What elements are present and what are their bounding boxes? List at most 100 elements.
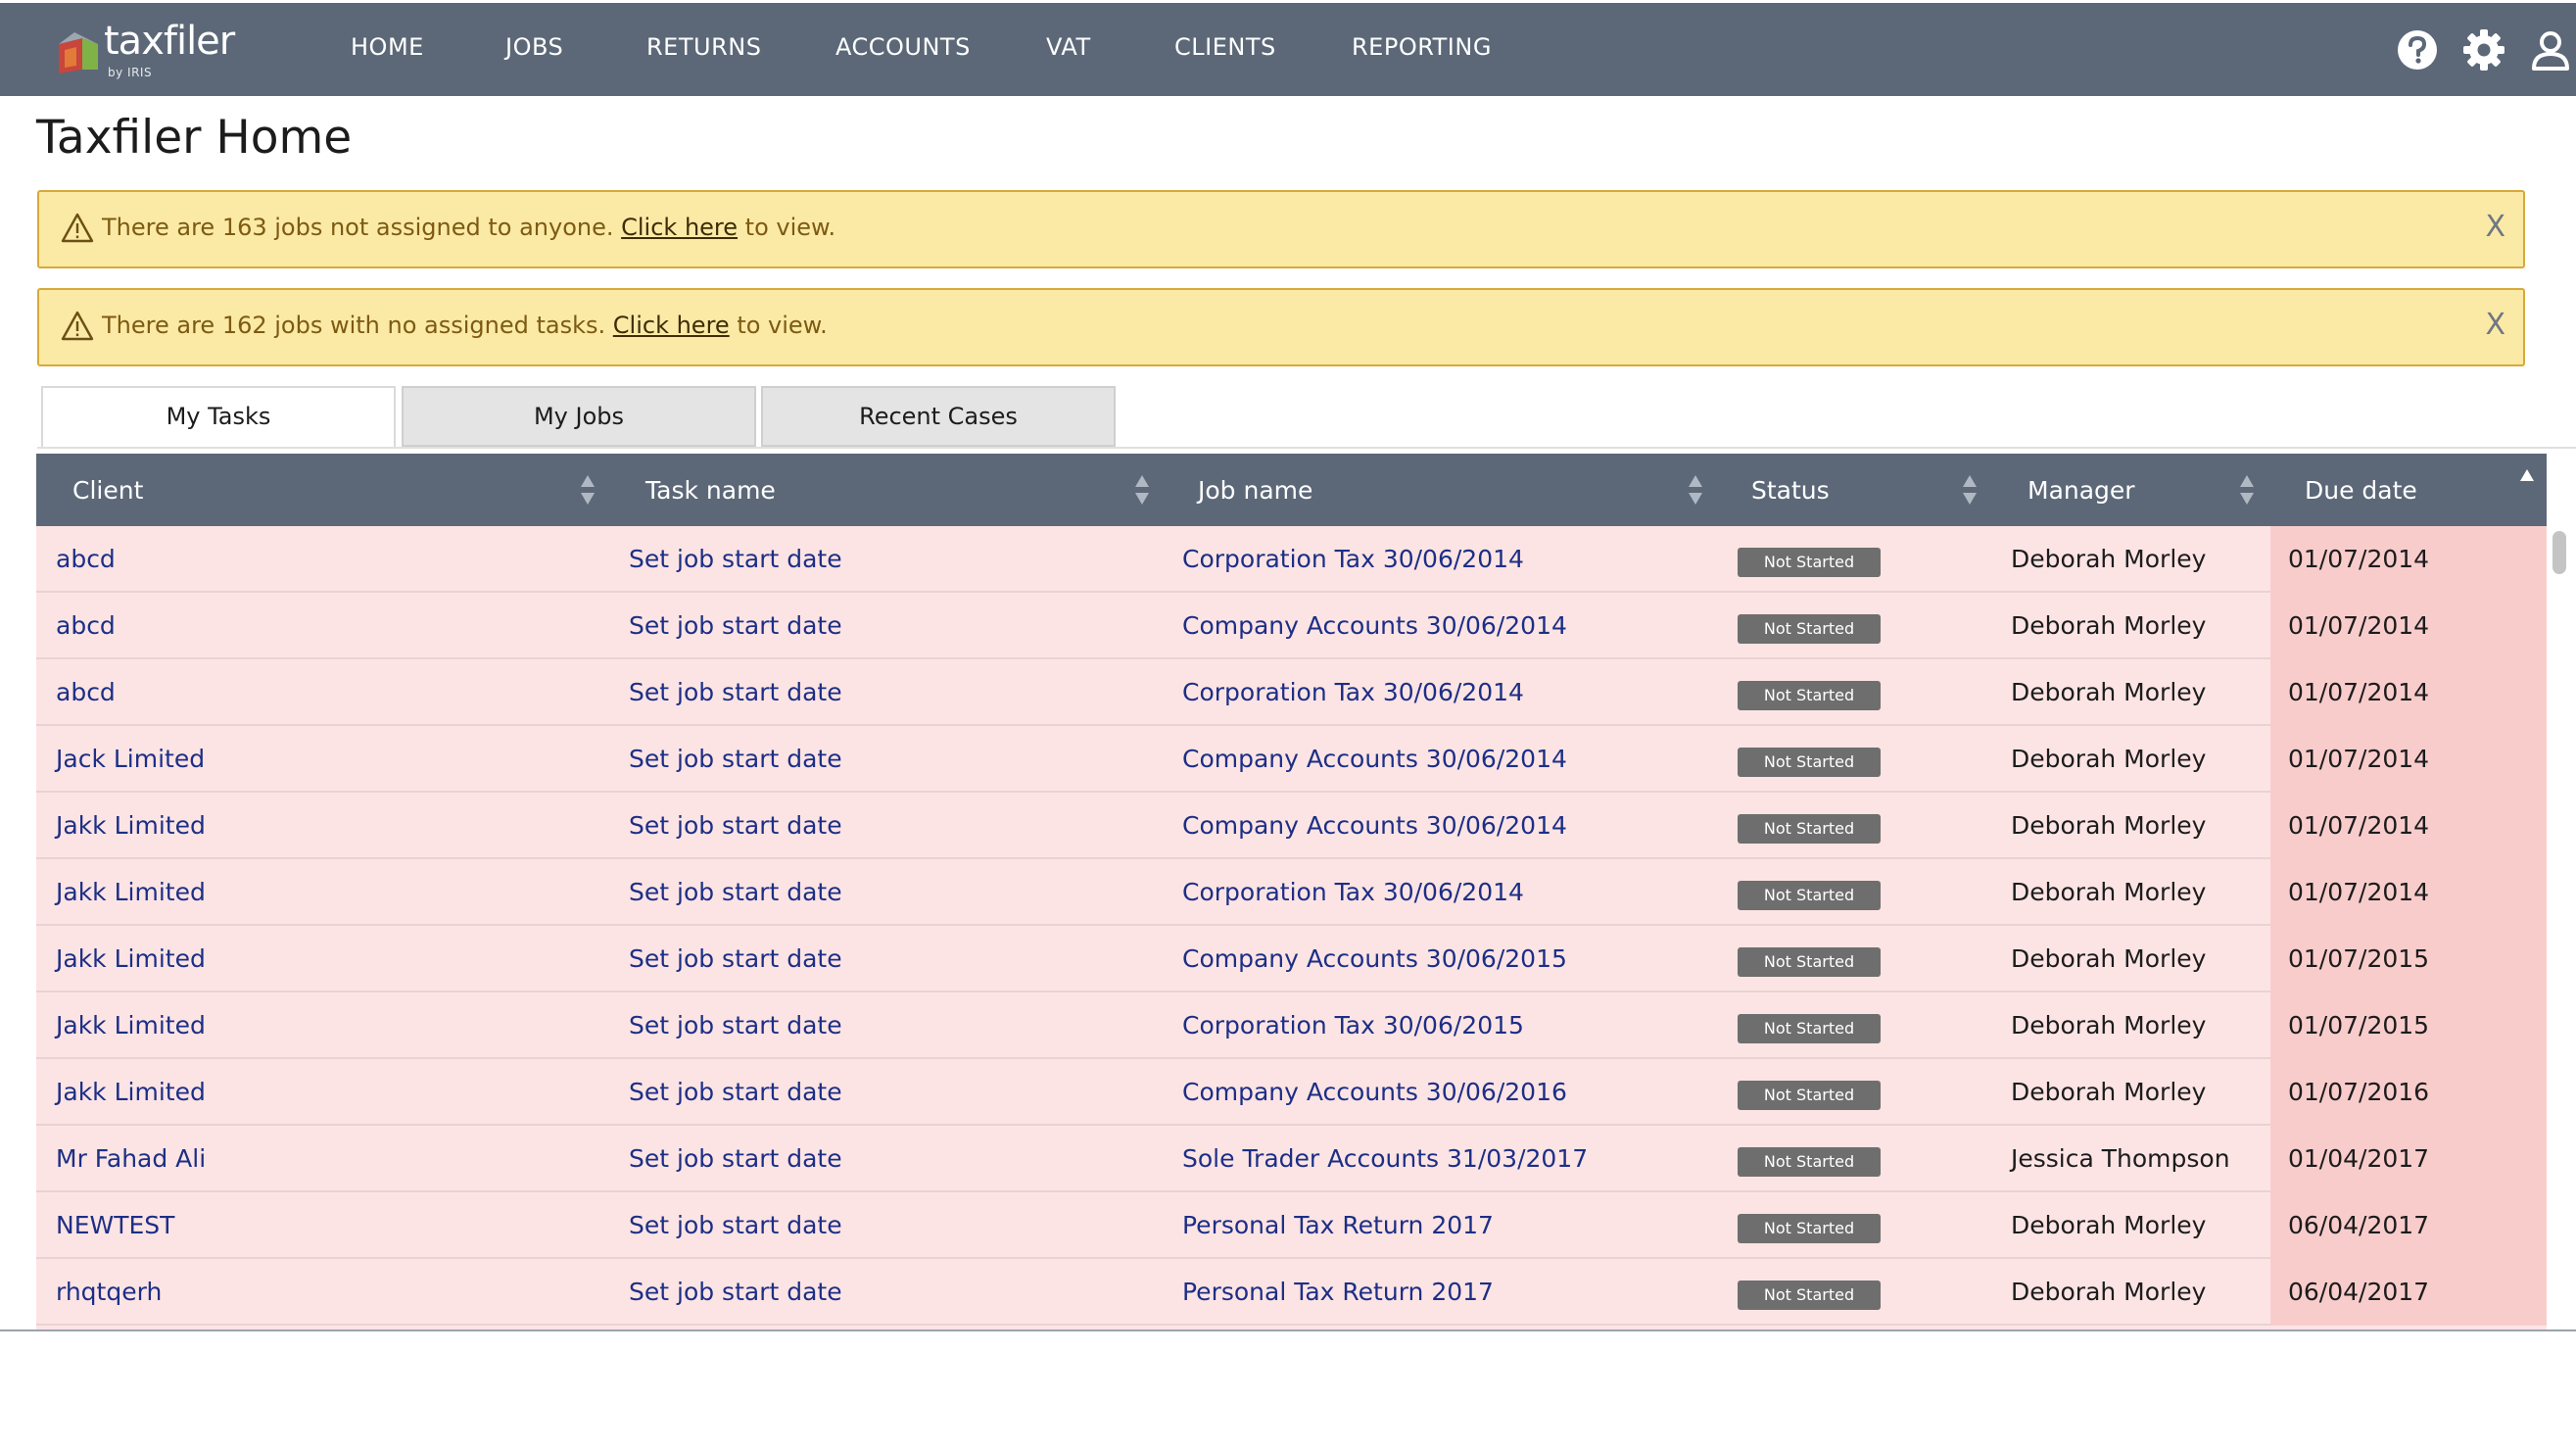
sort-icon[interactable] (1134, 473, 1150, 507)
table-row[interactable]: Jakk Limited Set job start date Corporatio… (36, 992, 2547, 1059)
status-badge: Not Started (1738, 814, 1881, 844)
sort-icon[interactable] (580, 473, 596, 507)
due-date-cell: 06/04/2017 (2288, 1211, 2430, 1239)
nav-reporting[interactable]: REPORTING (1352, 33, 1492, 61)
due-date-cell: 01/07/2014 (2288, 545, 2430, 573)
column-header-status[interactable]: Status (1751, 454, 1830, 526)
task-link[interactable]: Set job start date (629, 593, 842, 659)
tab-divider (37, 447, 2576, 449)
column-header-job-name[interactable]: Job name (1198, 454, 1312, 526)
nav-returns[interactable]: RETURNS (646, 33, 761, 61)
client-link[interactable]: Jakk Limited (56, 1059, 206, 1126)
close-icon[interactable]: X (2485, 308, 2505, 342)
due-date-cell: 06/04/2017 (2288, 1278, 2430, 1306)
status-badge: Not Started (1738, 548, 1881, 577)
table-row[interactable]: Jakk Limited Set job start date Company Ac… (36, 926, 2547, 992)
scrollbar-thumb[interactable] (2552, 531, 2566, 574)
table-row[interactable]: NEWTEST Set job start date Personal Tax Re… (36, 1192, 2547, 1259)
table-row[interactable]: Jack Limited Set job start date Company Ac… (36, 726, 2547, 793)
task-link[interactable]: Set job start date (629, 793, 842, 859)
table-row[interactable]: Jakk Limited Set job start date Company Ac… (36, 1059, 2547, 1126)
job-link[interactable]: Company Accounts 30/06/2014 (1182, 726, 1567, 793)
client-link[interactable]: abcd (56, 593, 116, 659)
nav-accounts[interactable]: ACCOUNTS (835, 33, 971, 61)
gear-icon[interactable] (2462, 28, 2505, 72)
tasks-table-header: Client Task name Job name Status Manager… (36, 454, 2547, 526)
task-link[interactable]: Set job start date (629, 992, 842, 1059)
table-row[interactable]: Jakk Limited Set job start date Company Ac… (36, 793, 2547, 859)
job-link[interactable]: Company Accounts 30/06/2016 (1182, 1059, 1567, 1126)
nav-clients[interactable]: CLIENTS (1174, 33, 1276, 61)
client-link[interactable]: Jack Limited (56, 726, 205, 793)
job-link[interactable]: Personal Tax Return 2017 (1182, 1192, 1494, 1259)
tab-my-jobs[interactable]: My Jobs (402, 386, 756, 447)
task-link[interactable]: Set job start date (629, 526, 842, 593)
tab-my-tasks[interactable]: My Tasks (41, 386, 396, 447)
table-row[interactable]: abcd Set job start date Corporation Tax 30… (36, 659, 2547, 726)
client-link[interactable]: Mr Fahad Ali (56, 1126, 206, 1192)
task-link[interactable]: Set job start date (629, 1126, 842, 1192)
close-icon[interactable]: X (2485, 210, 2505, 244)
job-link[interactable]: Corporation Tax 30/06/2014 (1182, 659, 1524, 726)
alert-suffix: to view. (738, 214, 836, 241)
table-row[interactable]: Mr Fahad Ali Set job start date Sole Trade… (36, 1126, 2547, 1192)
task-link[interactable]: Set job start date (629, 859, 842, 926)
client-link[interactable]: Jakk Limited (56, 793, 206, 859)
client-link[interactable]: Jakk Limited (56, 992, 206, 1059)
task-link[interactable]: Set job start date (629, 1059, 842, 1126)
column-header-task-name[interactable]: Task name (645, 454, 776, 526)
user-icon[interactable] (2529, 28, 2572, 72)
task-link[interactable]: Set job start date (629, 726, 842, 793)
job-link[interactable]: Personal Tax Return 2017 (1182, 1259, 1494, 1326)
alert-click-here-link[interactable]: Click here (621, 214, 738, 241)
job-link[interactable]: Corporation Tax 30/06/2014 (1182, 859, 1524, 926)
job-link[interactable]: Corporation Tax 30/06/2014 (1182, 526, 1524, 593)
table-row[interactable]: Jakk Limited Set job start date Corporatio… (36, 859, 2547, 926)
taxfiler-logo[interactable]: taxfiler by IRIS (55, 19, 241, 83)
warning-icon (61, 213, 94, 243)
alert-suffix: to view. (729, 312, 828, 339)
column-header-due-date[interactable]: Due date (2305, 454, 2417, 526)
status-badge: Not Started (1738, 748, 1881, 777)
client-link[interactable]: NEWTEST (56, 1192, 174, 1259)
task-link[interactable]: Set job start date (629, 926, 842, 992)
sort-icon[interactable] (2239, 473, 2255, 507)
help-icon[interactable] (2396, 28, 2439, 72)
sort-icon[interactable] (1688, 473, 1703, 507)
nav-vat[interactable]: VAT (1046, 33, 1091, 61)
manager-cell: Deborah Morley (2011, 811, 2207, 840)
job-link[interactable]: Company Accounts 30/06/2014 (1182, 793, 1567, 859)
manager-cell: Deborah Morley (2011, 1211, 2207, 1239)
unassigned-jobs-alert: There are 163 jobs not assigned to anyon… (37, 190, 2525, 268)
sort-ascending-icon[interactable] (2519, 467, 2535, 485)
column-header-manager[interactable]: Manager (2027, 454, 2135, 526)
task-link[interactable]: Set job start date (629, 659, 842, 726)
job-link[interactable]: Company Accounts 30/06/2015 (1182, 926, 1567, 992)
manager-cell: Deborah Morley (2011, 1078, 2207, 1106)
alert-click-here-link[interactable]: Click here (613, 312, 730, 339)
client-link[interactable]: abcd (56, 659, 116, 726)
nav-home[interactable]: HOME (351, 33, 424, 61)
table-row[interactable]: abcd Set job start date Company Accounts 3… (36, 593, 2547, 659)
client-link[interactable]: rhqtqerh (56, 1259, 162, 1326)
nav-jobs[interactable]: JOBS (505, 33, 563, 61)
job-link[interactable]: Sole Trader Accounts 31/03/2017 (1182, 1126, 1588, 1192)
status-badge: Not Started (1738, 881, 1881, 910)
client-link[interactable]: abcd (56, 526, 116, 593)
table-row[interactable]: rhqtqerh Set job start date Personal Tax R… (36, 1259, 2547, 1326)
table-row[interactable]: abcd Set job start date Corporation Tax 30… (36, 526, 2547, 593)
client-link[interactable]: Jakk Limited (56, 926, 206, 992)
client-link[interactable]: Jakk Limited (56, 859, 206, 926)
task-link[interactable]: Set job start date (629, 1192, 842, 1259)
manager-cell: Deborah Morley (2011, 545, 2207, 573)
tab-recent-cases[interactable]: Recent Cases (761, 386, 1116, 447)
status-badge: Not Started (1738, 681, 1881, 710)
manager-cell: Deborah Morley (2011, 1278, 2207, 1306)
column-header-client[interactable]: Client (72, 454, 143, 526)
job-link[interactable]: Company Accounts 30/06/2014 (1182, 593, 1567, 659)
sort-icon[interactable] (1962, 473, 1978, 507)
task-link[interactable]: Set job start date (629, 1259, 842, 1326)
table-scrollbar[interactable] (2552, 526, 2569, 1329)
due-date-cell: 01/07/2014 (2288, 678, 2430, 706)
job-link[interactable]: Corporation Tax 30/06/2015 (1182, 992, 1524, 1059)
